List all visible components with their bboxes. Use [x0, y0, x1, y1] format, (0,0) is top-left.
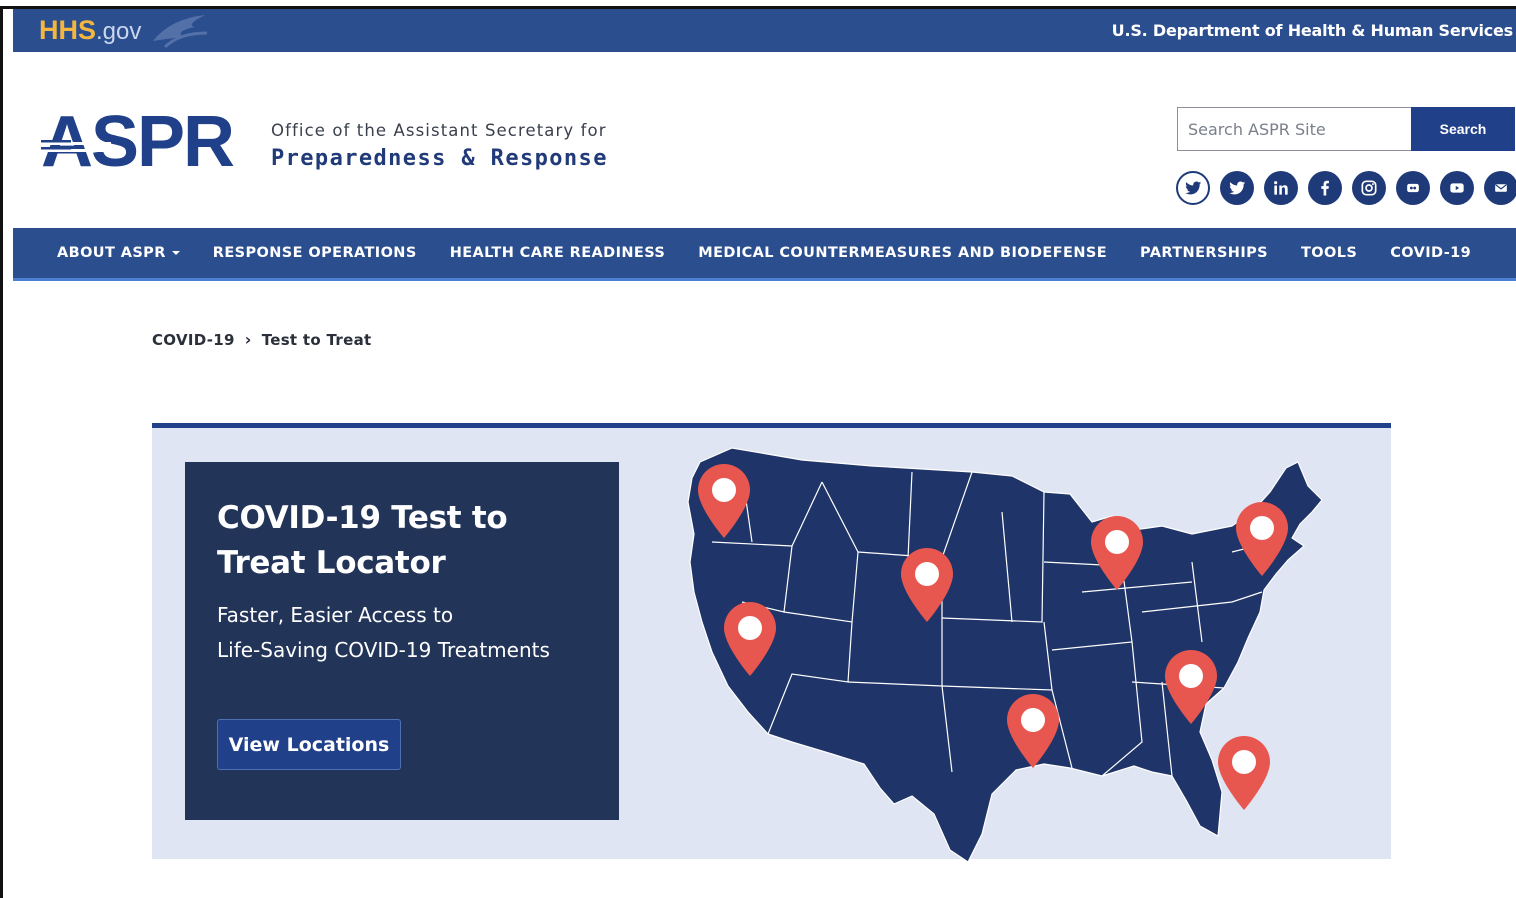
header-subtitle-line2: Preparedness & Response	[271, 146, 608, 171]
search-input[interactable]	[1177, 107, 1411, 151]
hero-subtitle-line2: Life-Saving COVID-19 Treatments	[217, 638, 550, 662]
us-map-shape	[687, 447, 1323, 862]
instagram-icon[interactable]	[1352, 171, 1386, 205]
view-locations-button[interactable]: View Locations	[217, 719, 401, 770]
hhs-top-bar: HHS.gov U.S. Department of Health & Huma…	[13, 9, 1516, 52]
flickr-icon[interactable]	[1396, 171, 1430, 205]
chevron-right-icon: ›	[244, 330, 252, 349]
twitter-icon[interactable]	[1220, 171, 1254, 205]
nav-item-label: ABOUT ASPR	[57, 245, 166, 261]
nav-item-response-operations[interactable]: RESPONSE OPERATIONS	[213, 245, 417, 261]
youtube-icon[interactable]	[1440, 171, 1474, 205]
aspr-logo[interactable]: ASPR	[41, 104, 261, 174]
nav-item-covid-19[interactable]: COVID-19	[1390, 245, 1471, 261]
nav-item-medical-countermeasures[interactable]: MEDICAL COUNTERMEASURES AND BIODEFENSE	[698, 245, 1107, 261]
department-link[interactable]: U.S. Department of Health & Human Servic…	[1112, 21, 1514, 40]
breadcrumb-current: Test to Treat	[261, 330, 372, 349]
hero-card: COVID-19 Test to Treat Locator Faster, E…	[185, 462, 619, 820]
nav-item-tools[interactable]: TOOLS	[1301, 245, 1357, 261]
us-map-illustration	[687, 447, 1323, 862]
hhs-logo-suffix: .gov	[96, 18, 142, 45]
location-pin-icon	[1218, 736, 1270, 810]
main-nav: ABOUT ASPR RESPONSE OPERATIONS HEALTH CA…	[13, 228, 1516, 281]
hero-subtitle-line1: Faster, Easier Access to	[217, 603, 454, 627]
breadcrumb-parent-link[interactable]: COVID-19	[152, 331, 235, 349]
header-subtitle-line1: Office of the Assistant Secretary for	[271, 121, 607, 140]
aspr-logo-text: ASPR	[41, 104, 234, 174]
nav-item-about-aspr[interactable]: ABOUT ASPR	[57, 245, 180, 261]
screenshot-frame: HHS.gov U.S. Department of Health & Huma…	[0, 6, 1516, 898]
social-links	[1176, 171, 1516, 205]
hhs-logo[interactable]: HHS.gov	[39, 15, 141, 47]
nav-item-partnerships[interactable]: PARTNERSHIPS	[1140, 245, 1268, 261]
facebook-icon[interactable]	[1308, 171, 1342, 205]
search-form: Search	[1177, 107, 1515, 151]
nav-item-health-care-readiness[interactable]: HEALTH CARE READINESS	[450, 245, 666, 261]
hero-banner: COVID-19 Test to Treat Locator Faster, E…	[152, 423, 1391, 862]
hhs-logo-main: HHS	[39, 15, 97, 45]
hero-subtitle: Faster, Easier Access to Life-Saving COV…	[217, 598, 587, 668]
hero-title: COVID-19 Test to Treat Locator	[217, 500, 508, 581]
email-icon[interactable]	[1484, 171, 1516, 205]
twitter-outline-icon[interactable]	[1176, 171, 1210, 205]
hhs-eagle-icon	[153, 15, 208, 49]
page: HHS.gov U.S. Department of Health & Huma…	[13, 9, 1516, 898]
caret-down-icon	[171, 251, 180, 255]
linkedin-icon[interactable]	[1264, 171, 1298, 205]
breadcrumb: COVID-19 › Test to Treat	[152, 330, 371, 349]
search-button[interactable]: Search	[1411, 107, 1515, 151]
